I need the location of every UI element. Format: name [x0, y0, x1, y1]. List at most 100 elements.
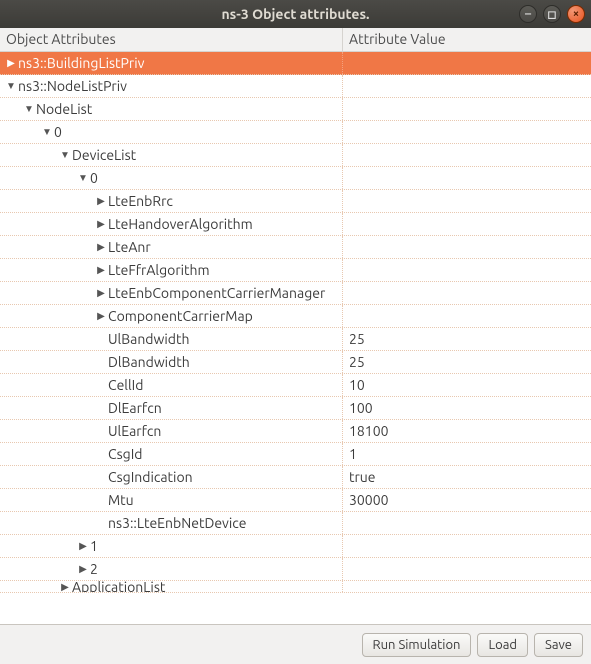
tree-row[interactable]: ▼DeviceList	[0, 144, 591, 167]
expand-down-icon[interactable]: ▼	[60, 149, 70, 161]
expand-right-icon[interactable]: ▶	[96, 264, 106, 276]
expand-down-icon[interactable]: ▼	[24, 103, 34, 115]
titlebar: ns-3 Object attributes. ‒ ◻ ×	[0, 0, 591, 28]
tree-row-text: CsgId	[108, 446, 143, 462]
expand-down-icon[interactable]: ▼	[42, 126, 52, 138]
run-simulation-button[interactable]: Run Simulation	[362, 633, 472, 657]
tree-row[interactable]: ▼0	[0, 167, 591, 190]
tree-row-text: CsgIndication	[108, 469, 193, 485]
column-headers: Object Attributes Attribute Value	[0, 28, 591, 52]
save-button[interactable]: Save	[534, 633, 583, 657]
tree-row-text: CellId	[108, 377, 143, 393]
tree-row-label: UlBandwidth	[0, 328, 343, 350]
expand-right-icon[interactable]: ▶	[96, 195, 106, 207]
header-attributes[interactable]: Object Attributes	[0, 28, 343, 51]
tree-row[interactable]: ▶LteEnbRrc	[0, 190, 591, 213]
expand-right-icon[interactable]: ▶	[96, 241, 106, 253]
minimize-icon[interactable]: ‒	[519, 5, 537, 23]
tree-row[interactable]: CsgId 1	[0, 443, 591, 466]
tree-row-label: ▶LteHandoverAlgorithm	[0, 213, 343, 235]
close-icon[interactable]: ×	[567, 5, 585, 23]
tree-row-value: 18100	[343, 423, 591, 439]
tree-row[interactable]: DlEarfcn 100	[0, 397, 591, 420]
tree-row-label: ▶LteEnbComponentCarrierManager	[0, 282, 343, 304]
tree-row[interactable]: ▶LteHandoverAlgorithm	[0, 213, 591, 236]
tree-row-value: 10	[343, 377, 591, 393]
tree-row[interactable]: ▶1	[0, 535, 591, 558]
tree-row-value: 30000	[343, 492, 591, 508]
tree-row-text: ComponentCarrierMap	[108, 308, 253, 324]
expand-down-icon[interactable]: ▼	[6, 80, 16, 92]
tree-row-text: ns3::LteEnbNetDevice	[108, 515, 247, 531]
tree-row-text: LteEnbComponentCarrierManager	[108, 285, 325, 301]
tree-row-text: 0	[54, 124, 62, 140]
tree-row-label: DlBandwidth	[0, 351, 343, 373]
tree-row-text: DlEarfcn	[108, 400, 162, 416]
tree-row[interactable]: ▼0	[0, 121, 591, 144]
tree-row-text: 2	[90, 561, 98, 577]
tree-row[interactable]: Mtu 30000	[0, 489, 591, 512]
tree-row-text: 1	[90, 538, 98, 554]
tree-row-label: ▼0	[0, 121, 343, 143]
expand-down-icon[interactable]: ▼	[78, 172, 88, 184]
tree-row-value: 100	[343, 400, 591, 416]
tree-row-label: ▼ns3::NodeListPriv	[0, 75, 343, 97]
tree-row-label: ▶LteAnr	[0, 236, 343, 258]
tree-row-label: CsgIndication	[0, 466, 343, 488]
tree-row-text: Mtu	[108, 492, 134, 508]
load-button[interactable]: Load	[477, 633, 528, 657]
tree-row[interactable]: ▶ApplicationList	[0, 581, 591, 593]
tree-row[interactable]: ▶ns3::BuildingListPriv	[0, 52, 591, 75]
tree-row[interactable]: CsgIndicationtrue	[0, 466, 591, 489]
tree-row-label: ns3::LteEnbNetDevice	[0, 512, 343, 534]
tree-row[interactable]: ▶LteAnr	[0, 236, 591, 259]
expand-right-icon[interactable]: ▶	[60, 581, 70, 592]
tree-row-text: UlEarfcn	[108, 423, 161, 439]
tree-row-text: DlBandwidth	[108, 354, 190, 370]
tree-row-text: NodeList	[36, 101, 92, 117]
footer: Run Simulation Load Save	[0, 624, 591, 664]
tree-row-label: ▶ns3::BuildingListPriv	[0, 52, 343, 74]
header-value[interactable]: Attribute Value	[343, 28, 591, 51]
expand-right-icon[interactable]: ▶	[96, 218, 106, 230]
tree-row-value: 1	[343, 446, 591, 462]
expand-right-icon[interactable]: ▶	[78, 563, 88, 575]
tree-row[interactable]: ▶ComponentCarrierMap	[0, 305, 591, 328]
tree-row[interactable]: CellId 10	[0, 374, 591, 397]
tree-row[interactable]: ▶2	[0, 558, 591, 581]
tree-row-label: CsgId	[0, 443, 343, 465]
expand-right-icon[interactable]: ▶	[96, 287, 106, 299]
maximize-icon[interactable]: ◻	[543, 5, 561, 23]
tree-row-value: 25	[343, 354, 591, 370]
tree-row-text: LteFfrAlgorithm	[108, 262, 210, 278]
tree-row[interactable]: ▼ns3::NodeListPriv	[0, 75, 591, 98]
tree-row[interactable]: ns3::LteEnbNetDevice	[0, 512, 591, 535]
tree-row-value: 25	[343, 331, 591, 347]
tree-row-label: Mtu	[0, 489, 343, 511]
tree-row-label: ▶LteEnbRrc	[0, 190, 343, 212]
tree-row-text: LteHandoverAlgorithm	[108, 216, 253, 232]
window-controls: ‒ ◻ ×	[519, 5, 585, 23]
tree-row-label: ▶ComponentCarrierMap	[0, 305, 343, 327]
expand-right-icon[interactable]: ▶	[96, 310, 106, 322]
expand-right-icon[interactable]: ▶	[6, 57, 16, 69]
tree-row-label: ▼0	[0, 167, 343, 189]
tree-row-label: ▶LteFfrAlgorithm	[0, 259, 343, 281]
tree-row[interactable]: DlBandwidth 25	[0, 351, 591, 374]
tree-row-label: ▼NodeList	[0, 98, 343, 120]
tree-row[interactable]: ▶LteFfrAlgorithm	[0, 259, 591, 282]
tree-row[interactable]: ▼NodeList	[0, 98, 591, 121]
tree-row-text: ApplicationList	[72, 581, 165, 592]
tree-row-text: LteAnr	[108, 239, 151, 255]
tree-row-text: ns3::BuildingListPriv	[18, 55, 144, 71]
tree-row[interactable]: ▶LteEnbComponentCarrierManager	[0, 282, 591, 305]
tree-row-label: DlEarfcn	[0, 397, 343, 419]
tree-view[interactable]: ▶ns3::BuildingListPriv▼ns3::NodeListPriv…	[0, 52, 591, 624]
tree-row[interactable]: UlBandwidth 25	[0, 328, 591, 351]
tree-row-label: ▶ApplicationList	[0, 581, 343, 592]
tree-row-text: UlBandwidth	[108, 331, 189, 347]
tree-row-text: 0	[90, 170, 98, 186]
tree-row-label: CellId	[0, 374, 343, 396]
tree-row[interactable]: UlEarfcn 18100	[0, 420, 591, 443]
expand-right-icon[interactable]: ▶	[78, 540, 88, 552]
